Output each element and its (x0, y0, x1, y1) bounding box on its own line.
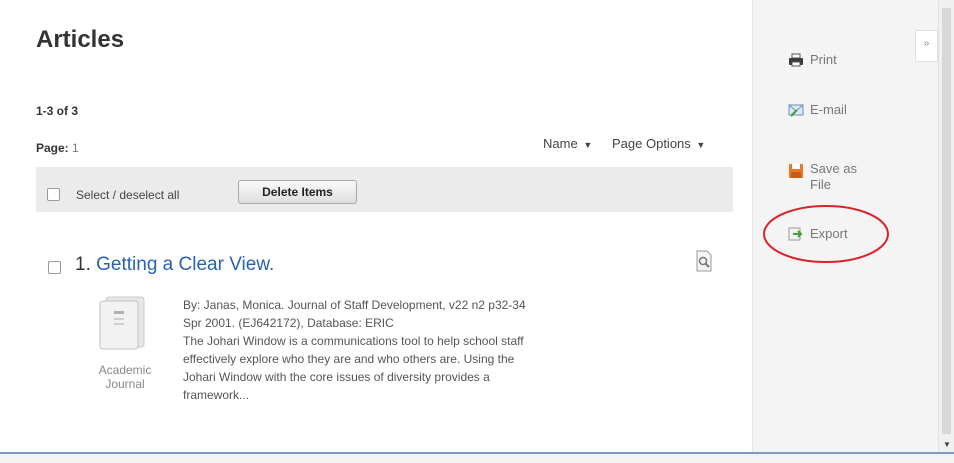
save-as-file-label: Save as File (810, 161, 857, 193)
abstract-line: framework... (183, 388, 250, 402)
citation-line: By: Janas, Monica. Journal of Staff Deve… (183, 298, 526, 312)
select-all-label[interactable]: Select / deselect all (76, 188, 179, 202)
sort-dropdown[interactable]: Name ▼ (543, 136, 592, 151)
result-checkbox[interactable] (48, 261, 61, 274)
publication-type-line1: Academic (98, 363, 152, 377)
result-index: 1. (75, 254, 91, 275)
results-toolbar: Select / deselect all Delete Items (36, 167, 733, 212)
save-as-file-label-line1: Save as (810, 161, 857, 176)
publication-type: Academic Journal (85, 363, 165, 391)
publication-type-line2: Journal (105, 377, 145, 391)
print-label: Print (810, 52, 837, 67)
abstract-line: effectively explore who they are and who… (183, 352, 515, 366)
delete-items-button[interactable]: Delete Items (238, 180, 357, 204)
results-panel: Articles 1-3 of 3 Page: 1 Name ▼ Page Op… (0, 0, 752, 452)
result-details: By: Janas, Monica. Journal of Staff Deve… (183, 296, 703, 404)
page-title: Articles (36, 26, 125, 53)
save-icon (789, 164, 803, 178)
chevron-down-icon: ▼ (583, 140, 593, 150)
vertical-scrollbar[interactable]: ▼ (938, 0, 954, 452)
page-number: 1 (72, 141, 79, 155)
save-as-file-label-line2: File (810, 177, 831, 192)
journal-icon (99, 296, 145, 350)
email-icon (788, 104, 804, 117)
abstract-line: Johari Window with the core issues of di… (183, 370, 490, 384)
citation-line: Spr 2001. (EJ642172), Database: ERIC (183, 316, 394, 330)
result-title-link[interactable]: Getting a Clear View. (96, 254, 274, 275)
abstract-line: The Johari Window is a communications to… (183, 334, 524, 348)
highlight-circle-annotation (763, 205, 889, 263)
page-options-label: Page Options (612, 136, 691, 151)
sort-label: Name (543, 136, 578, 151)
page-options-dropdown[interactable]: Page Options ▼ (612, 136, 705, 151)
collapse-sidebar-button[interactable]: » (915, 30, 938, 62)
select-all-checkbox[interactable] (47, 188, 60, 201)
email-label: E-mail (810, 102, 847, 117)
bottom-edge-bar (0, 452, 954, 463)
preview-icon[interactable] (695, 250, 713, 272)
page-label: Page: (36, 141, 69, 155)
result-title: 1. Getting a Clear View. (75, 254, 274, 276)
page-indicator: Page: 1 (36, 141, 79, 155)
chevron-down-icon: ▼ (696, 140, 706, 150)
result-count: 1-3 of 3 (36, 104, 79, 118)
scroll-down-arrow-icon[interactable]: ▼ (943, 440, 951, 449)
scrollbar-thumb[interactable] (942, 8, 951, 434)
printer-icon (789, 53, 803, 67)
